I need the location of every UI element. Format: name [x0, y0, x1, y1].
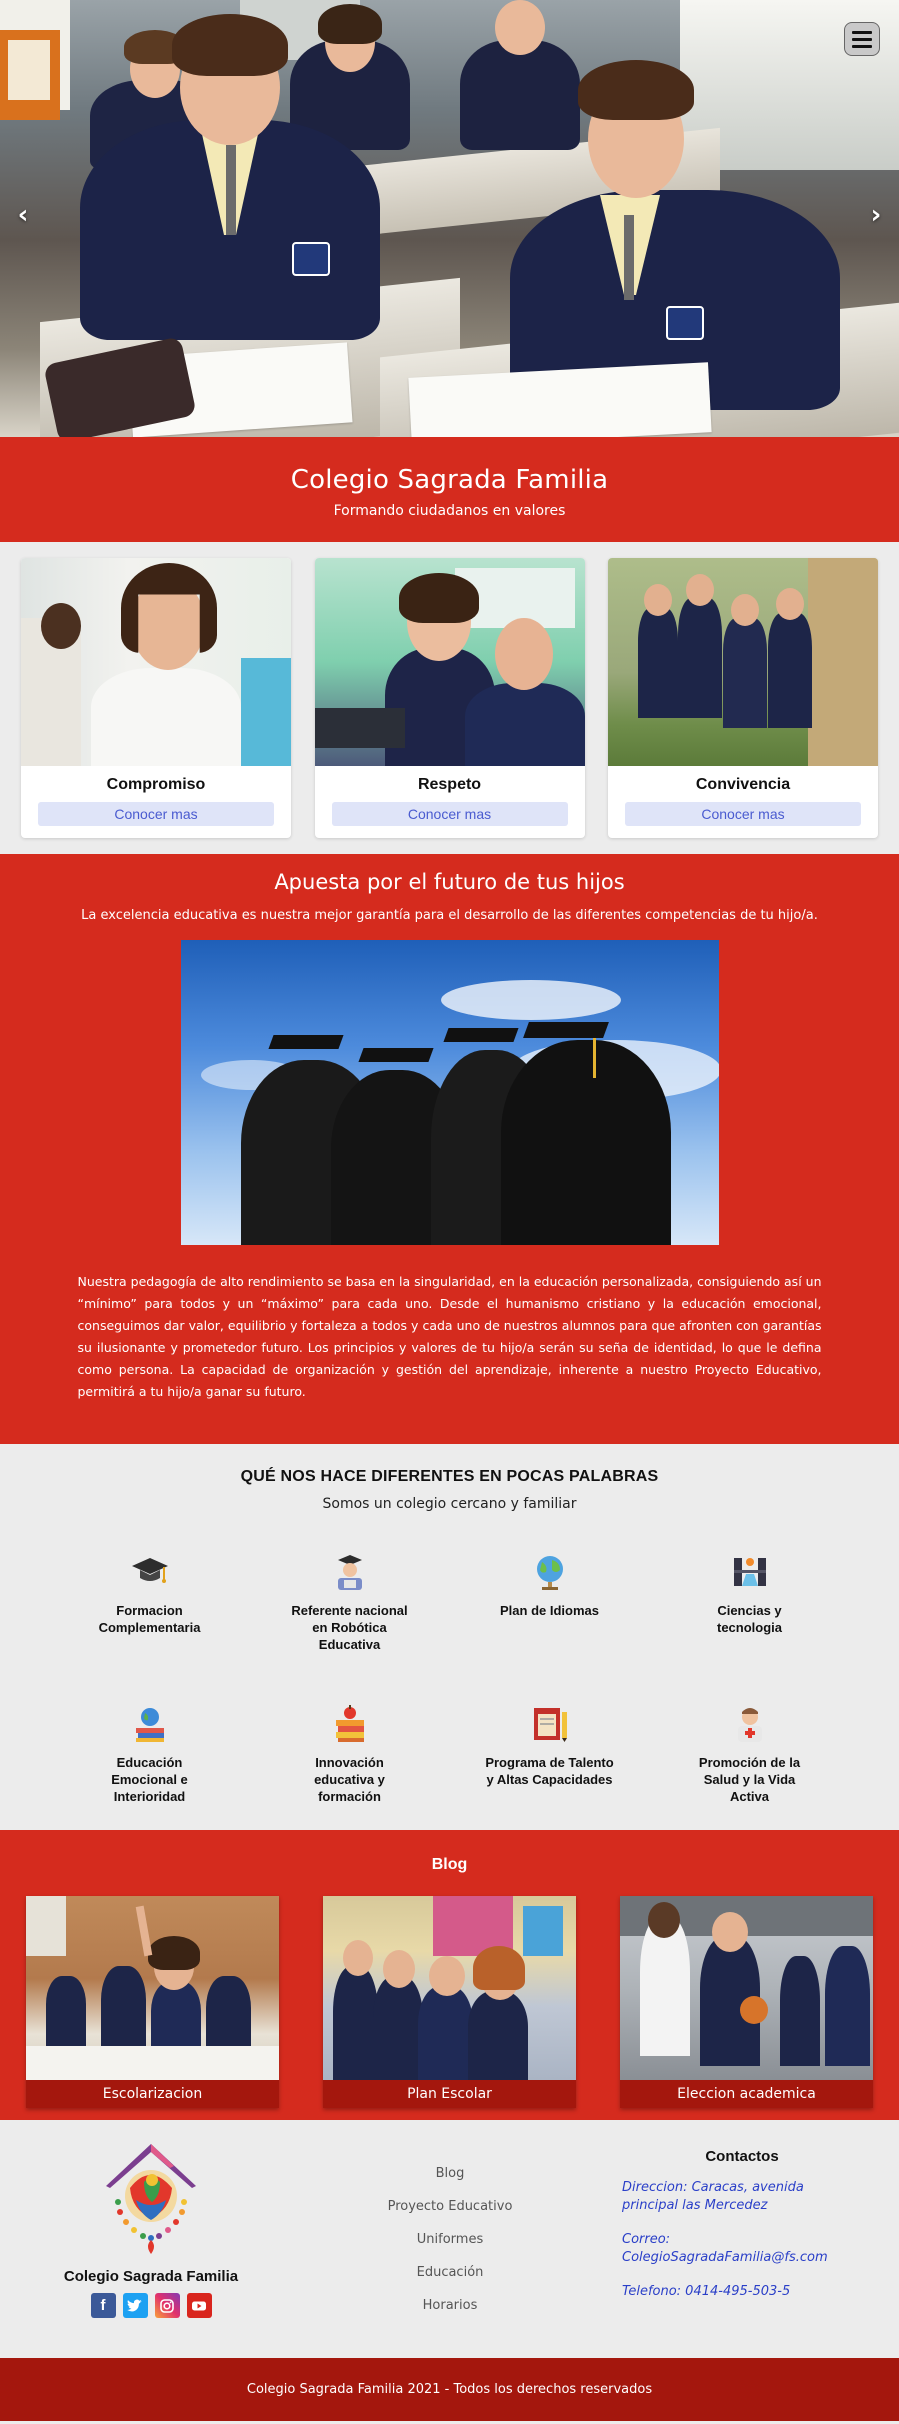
site-banner: Colegio Sagrada Familia Formando ciudada…: [0, 437, 899, 542]
feature-label: Educación Emocional e Interioridad: [111, 1755, 188, 1804]
hero-image: [0, 0, 899, 437]
graduation-cap-icon: [128, 1550, 172, 1594]
globe-books-icon: [128, 1702, 172, 1746]
contact-phone[interactable]: Telefono: 0414-495-503-5: [622, 2283, 862, 2301]
value-card-respeto: Respeto Conocer mas: [314, 558, 585, 838]
graduates-image: [180, 940, 719, 1245]
section-title: Blog: [431, 1856, 468, 1873]
value-image: [21, 558, 291, 766]
feature-item: Innovación educativa y formación: [250, 1702, 450, 1832]
social-links: f: [59, 2293, 243, 2318]
feature-label: Formacion Complementaria: [98, 1603, 201, 1635]
feature-label: Plan de Idiomas: [500, 1603, 599, 1618]
hero-carousel: ‹ ›: [0, 0, 899, 437]
footer-link-proyecto[interactable]: Proyecto Educativo: [350, 2197, 550, 2230]
blog-card[interactable]: Plan Escolar: [323, 1896, 576, 2108]
contact-address: Direccion: Caracas, avenida principal la…: [622, 2180, 804, 2213]
feature-item: Promoción de la Salud y la Vida Activa: [650, 1702, 850, 1832]
values-section: Compromiso Conocer mas Respeto Conocer m…: [0, 542, 899, 854]
value-title: Respeto: [417, 776, 482, 793]
carousel-next-button[interactable]: ›: [861, 200, 891, 230]
blog-card[interactable]: Escolarizacion: [26, 1896, 279, 2108]
doctor-icon: [728, 1702, 772, 1746]
feature-item: Educación Emocional e Interioridad: [50, 1702, 250, 1832]
footer-contact: Contactos Direccion: Caracas, avenida pr…: [622, 2148, 862, 2301]
hamburger-icon: [852, 30, 872, 34]
learn-more-button[interactable]: Conocer mas: [331, 802, 568, 826]
contact-title: Contactos: [705, 2148, 779, 2165]
copyright-text: Colegio Sagrada Familia 2021 - Todos los…: [246, 2382, 653, 2397]
blog-section: Blog Escolarizacion Plan Escolar Eleccio…: [0, 1830, 899, 2120]
footer-brand: Colegio Sagrada Familia f: [59, 2140, 243, 2318]
footer-link-uniformes[interactable]: Uniformes: [350, 2230, 550, 2263]
value-title: Compromiso: [106, 776, 206, 793]
blog-image: [26, 1896, 279, 2080]
value-title: Convivencia: [695, 776, 791, 793]
value-image: [314, 558, 585, 766]
footer-link-horarios[interactable]: Horarios: [350, 2296, 550, 2329]
value-card-convivencia: Convivencia Conocer mas: [608, 558, 878, 838]
site-footer: Colegio Sagrada Familia f Blog Proyecto …: [0, 2120, 899, 2358]
section-lead: La excelencia educativa es nuestra mejor…: [81, 908, 818, 923]
learn-more-button[interactable]: Conocer mas: [625, 802, 861, 826]
footer-school-name: Colegio Sagrada Familia: [63, 2268, 239, 2285]
feature-item: Ciencias y tecnologia: [650, 1550, 850, 1680]
twitter-icon[interactable]: [122, 2293, 148, 2318]
section-subtitle: Somos un colegio cercano y familiar: [322, 1496, 577, 1512]
value-image: [608, 558, 878, 766]
site-title: Colegio Sagrada Familia: [290, 465, 609, 495]
section-body: Nuestra pedagogía de alto rendimiento se…: [77, 1274, 822, 1399]
section-title: QUÉ NOS HACE DIFERENTES EN POCAS PALABRA…: [240, 1468, 659, 1485]
school-logo: [96, 2140, 206, 2258]
blog-caption: Plan Escolar: [323, 2080, 576, 2108]
contact-email[interactable]: Correo: ColegioSagradaFamilia@fs.com: [622, 2231, 862, 2267]
differences-section: QUÉ NOS HACE DIFERENTES EN POCAS PALABRA…: [0, 1444, 899, 1830]
feature-item: Formacion Complementaria: [50, 1550, 250, 1680]
copyright-bar: Colegio Sagrada Familia 2021 - Todos los…: [0, 2358, 899, 2421]
blog-caption: Eleccion academica: [620, 2080, 873, 2108]
instagram-icon[interactable]: [154, 2293, 180, 2318]
learn-more-button[interactable]: Conocer mas: [38, 802, 274, 826]
youtube-icon[interactable]: [186, 2293, 212, 2318]
footer-link-educacion[interactable]: Educación: [350, 2263, 550, 2296]
science-lab-icon: [728, 1550, 772, 1594]
value-card-compromiso: Compromiso Conocer mas: [21, 558, 291, 838]
books-apple-icon: [328, 1702, 372, 1746]
feature-item: Plan de Idiomas: [450, 1550, 650, 1680]
carousel-prev-button[interactable]: ‹: [8, 200, 38, 230]
feature-item: Programa de Talento y Altas Capacidades: [450, 1702, 650, 1832]
feature-item: Referente nacional en Robótica Educativa: [250, 1550, 450, 1680]
feature-label: Programa de Talento y Altas Capacidades: [485, 1755, 614, 1787]
blog-card[interactable]: Eleccion academica: [620, 1896, 873, 2108]
blog-image: [323, 1896, 576, 2080]
future-section: Apuesta por el futuro de tus hijos La ex…: [0, 854, 899, 1444]
facebook-icon[interactable]: f: [90, 2293, 116, 2318]
section-title: Apuesta por el futuro de tus hijos: [274, 870, 625, 894]
site-tagline: Formando ciudadanos en valores: [333, 503, 566, 519]
footer-nav: Blog Proyecto Educativo Uniformes Educac…: [350, 2164, 550, 2329]
feature-label: Referente nacional en Robótica Educativa: [291, 1603, 408, 1652]
feature-label: Innovación educativa y formación: [314, 1755, 385, 1804]
feature-label: Promoción de la Salud y la Vida Activa: [698, 1755, 801, 1804]
feature-label: Ciencias y tecnologia: [716, 1603, 782, 1635]
planner-pencil-icon: [528, 1702, 572, 1746]
globe-icon: [528, 1550, 572, 1594]
footer-link-blog[interactable]: Blog: [350, 2164, 550, 2197]
menu-toggle-button[interactable]: [844, 22, 880, 56]
blog-caption: Escolarizacion: [26, 2080, 279, 2108]
blog-image: [620, 1896, 873, 2080]
teacher-robot-icon: [328, 1550, 372, 1594]
